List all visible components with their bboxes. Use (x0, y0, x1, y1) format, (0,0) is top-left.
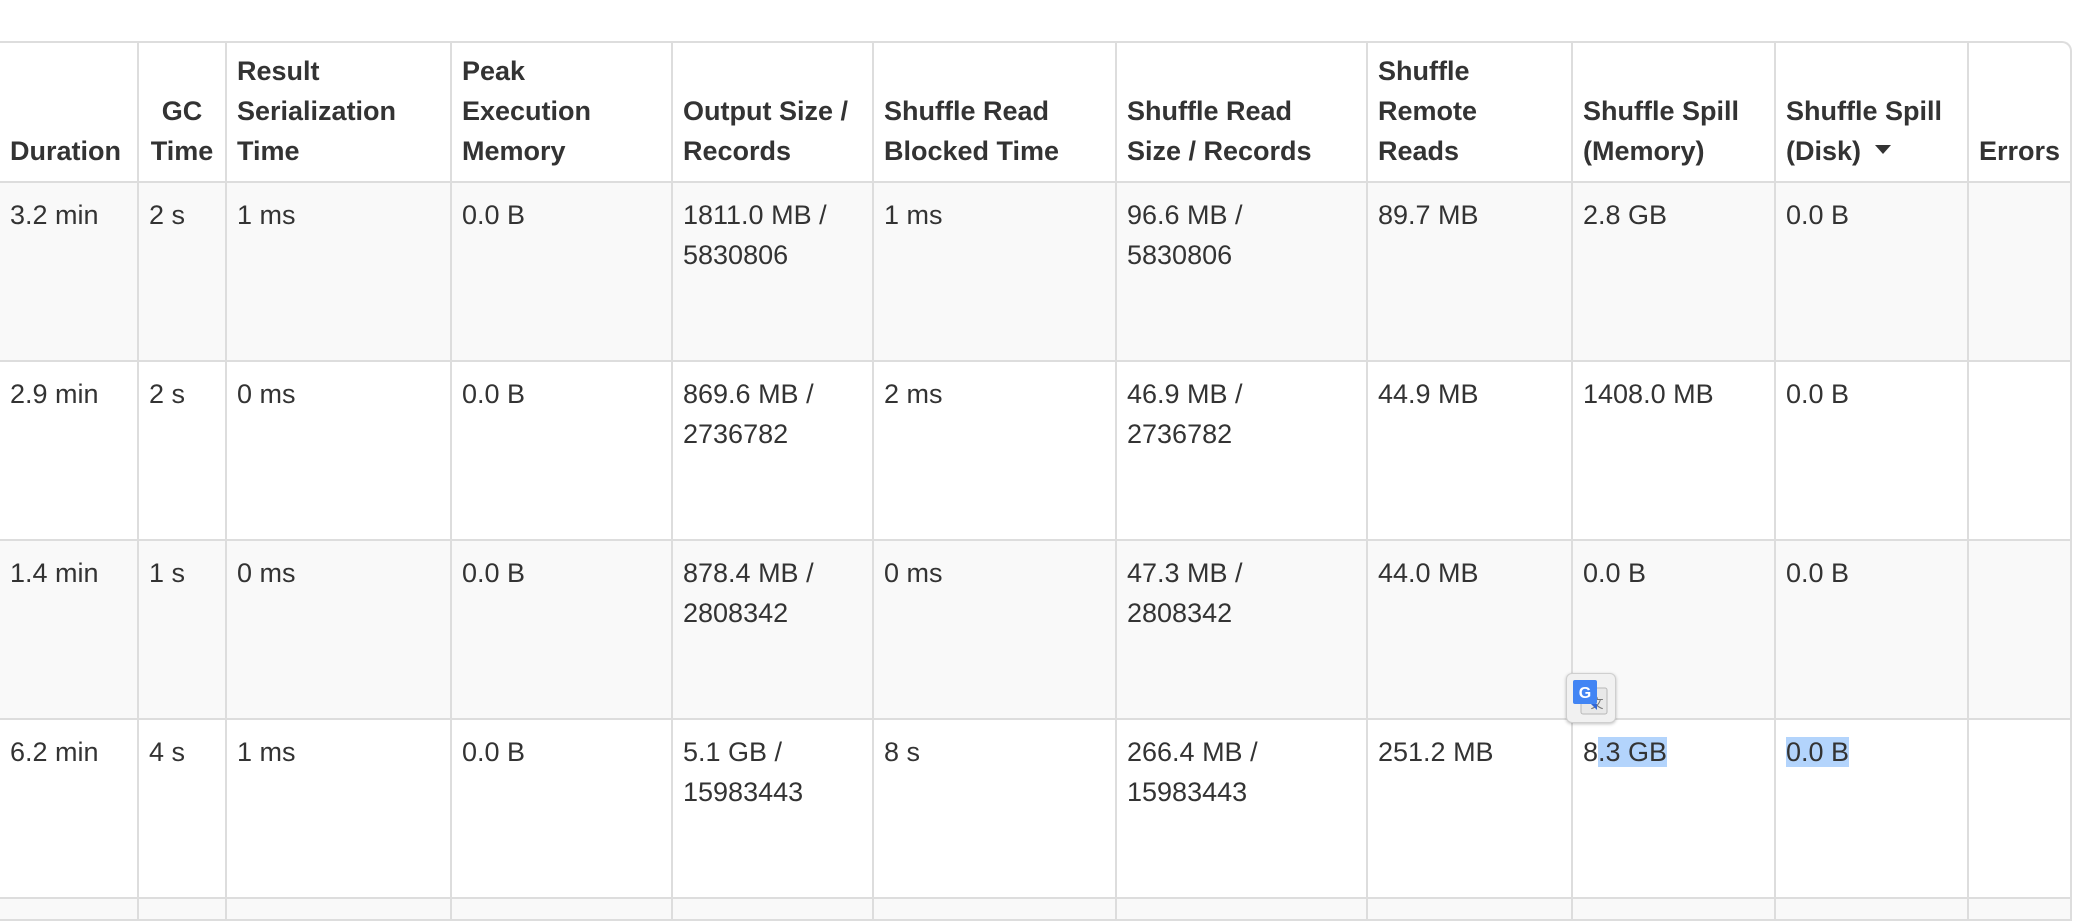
header-shuffle-read-blocked-time[interactable]: Shuffle Read Blocked Time (873, 43, 1117, 183)
cell-shuffle-read-blocked-time: 0 ms (873, 540, 1117, 720)
cell-gc-time: 4 s (138, 719, 227, 899)
cell-duration: 3.2 min (0, 182, 139, 362)
cell-result-serialization-time: 1 ms (226, 719, 452, 899)
cell-output-size-records: 5.1 GB / 15983443 (672, 719, 874, 899)
text-selection: .3 GB (1598, 737, 1668, 767)
cell-shuffle-spill-disk: 0.0 B (1775, 719, 1969, 899)
cell-gc-time: 2 s (138, 182, 227, 362)
cell-shuffle-remote-reads: 251.2 MB (1367, 719, 1573, 899)
cell-peak-execution-memory: 0.0 B (451, 719, 673, 899)
header-shuffle-spill-memory[interactable]: Shuffle Spill (Memory) (1572, 43, 1776, 183)
cell-shuffle-spill-memory: 2.8 GB (1572, 182, 1776, 362)
cell-output-size-records: 878.4 MB / 2808342 (672, 540, 874, 720)
header-duration[interactable]: Duration (0, 43, 139, 183)
header-errors[interactable]: Errors (1968, 43, 2070, 183)
google-translate-button[interactable]: 文 G (1566, 673, 1616, 723)
table-row: 1.4 min 1 s 0 ms 0.0 B 878.4 MB / 280834… (0, 540, 2070, 720)
cell-gc-time: 1 s (138, 540, 227, 720)
table-row: 3.2 min 2 s 1 ms 0.0 B 1811.0 MB / 58308… (0, 182, 2070, 362)
cell-shuffle-read-blocked-time: 8 s (873, 719, 1117, 899)
cell-result-serialization-time: 0 ms (226, 540, 452, 720)
cell-shuffle-remote-reads: 89.7 MB (1367, 182, 1573, 362)
table-header-row: Duration GC Time Result Serialization Ti… (0, 43, 2070, 183)
cell-shuffle-read-size-records: 96.6 MB / 5830806 (1116, 182, 1368, 362)
table-row: 6.2 min 4 s 1 ms 0.0 B 5.1 GB / 15983443… (0, 719, 2070, 899)
header-gc-time[interactable]: GC Time (138, 43, 227, 183)
cell-peak-execution-memory: 0.0 B (451, 361, 673, 541)
cell-result-serialization-time: 0 ms (226, 361, 452, 541)
cell-shuffle-spill-memory: 1408.0 MB (1572, 361, 1776, 541)
google-translate-icon: 文 G (1573, 680, 1608, 715)
header-shuffle-spill-disk[interactable]: Shuffle Spill (Disk) (1775, 43, 1969, 183)
task-metrics-table-container: Duration GC Time Result Serialization Ti… (0, 41, 2072, 921)
cell-shuffle-read-size-records: 47.3 MB / 2808342 (1116, 540, 1368, 720)
svg-text:G: G (1579, 685, 1591, 702)
header-output-size-records[interactable]: Output Size / Records (672, 43, 874, 183)
sort-desc-icon[interactable] (1875, 145, 1892, 155)
cell-shuffle-spill-disk: 0.0 B (1775, 540, 1969, 720)
text-selection: 0.0 B (1786, 737, 1850, 767)
cell-duration: 2.9 min (0, 361, 139, 541)
cell-errors (1968, 719, 2070, 899)
cell-output-size-records: 1811.0 MB / 5830806 (672, 182, 874, 362)
cell-gc-time: 2 s (138, 361, 227, 541)
cell-result-serialization-time: 1 ms (226, 182, 452, 362)
table-row (0, 898, 2070, 919)
cell-shuffle-spill-disk: 0.0 B (1775, 182, 1969, 362)
cell-shuffle-read-size-records: 266.4 MB / 15983443 (1116, 719, 1368, 899)
cell-shuffle-read-blocked-time: 1 ms (873, 182, 1117, 362)
cell-shuffle-spill-disk: 0.0 B (1775, 361, 1969, 541)
cell-shuffle-remote-reads: 44.9 MB (1367, 361, 1573, 541)
cell-duration: 6.2 min (0, 719, 139, 899)
cell-errors (1968, 540, 2070, 720)
cell-errors (1968, 182, 2070, 362)
cell-peak-execution-memory: 0.0 B (451, 182, 673, 362)
header-result-serialization-time[interactable]: Result Serialization Time (226, 43, 452, 183)
cell-output-size-records: 869.6 MB / 2736782 (672, 361, 874, 541)
header-peak-execution-memory[interactable]: Peak Execution Memory (451, 43, 673, 183)
cell-peak-execution-memory: 0.0 B (451, 540, 673, 720)
cell-errors (1968, 361, 2070, 541)
cell-duration: 1.4 min (0, 540, 139, 720)
cell-shuffle-remote-reads: 44.0 MB (1367, 540, 1573, 720)
header-shuffle-read-size-records[interactable]: Shuffle Read Size / Records (1116, 43, 1368, 183)
cell-shuffle-read-size-records: 46.9 MB / 2736782 (1116, 361, 1368, 541)
table-row: 2.9 min 2 s 0 ms 0.0 B 869.6 MB / 273678… (0, 361, 2070, 541)
cell-shuffle-read-blocked-time: 2 ms (873, 361, 1117, 541)
header-shuffle-remote-reads[interactable]: Shuffle Remote Reads (1367, 43, 1573, 183)
cell-shuffle-spill-memory: 8.3 GB (1572, 719, 1776, 899)
task-metrics-table: Duration GC Time Result Serialization Ti… (0, 43, 2070, 919)
